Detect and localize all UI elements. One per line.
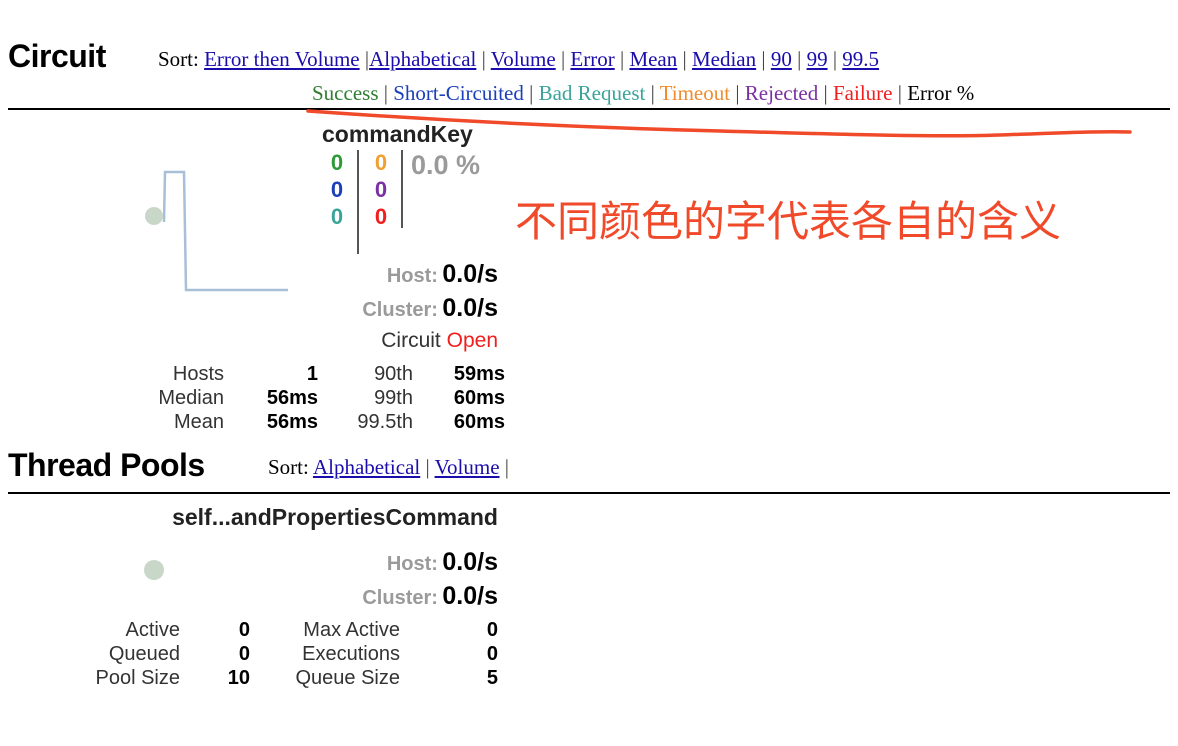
pool-host-label: Host: bbox=[386, 553, 438, 575]
short-circuited-count: 0 bbox=[330, 177, 344, 202]
hosts-value: 1 bbox=[306, 363, 318, 385]
pool-size-value: 10 bbox=[227, 667, 250, 689]
error-percentage: 0.0 % bbox=[411, 150, 481, 180]
success-count: 0 bbox=[330, 150, 344, 175]
legend-short-circuited: Short-Circuited bbox=[393, 81, 524, 105]
pool-host-rate: Host: 0.0/s bbox=[300, 548, 498, 577]
circuit-title: Circuit bbox=[8, 38, 106, 74]
sort-volume-link[interactable]: Volume bbox=[491, 47, 556, 71]
pool-host-value: 0.0/s bbox=[442, 548, 498, 576]
command-name: commandKey bbox=[322, 121, 473, 147]
p99-value: 60ms bbox=[453, 387, 505, 409]
pool-sort-volume-link[interactable]: Volume bbox=[435, 455, 500, 479]
circuit-sort-bar: Sort: Error then Volume |Alphabetical | … bbox=[158, 47, 880, 71]
counts-right-column: 0 0 0 bbox=[366, 149, 396, 230]
pool-health-indicator bbox=[144, 560, 164, 580]
executions-value: 0 bbox=[486, 643, 498, 665]
p99-label: 99th bbox=[374, 387, 413, 409]
command-sparkline bbox=[145, 170, 288, 292]
legend-failure: Failure bbox=[832, 81, 893, 105]
pool-stats-table: Active 0 Max Active 0 Queued 0 Execution… bbox=[60, 618, 499, 690]
cluster-label: Cluster: bbox=[362, 299, 438, 321]
sort-error-link[interactable]: Error bbox=[570, 47, 614, 71]
max-active-value: 0 bbox=[486, 619, 498, 641]
hosts-label: Hosts bbox=[172, 363, 224, 385]
circuit-status: Circuit Open bbox=[300, 329, 498, 353]
sort-mean-link[interactable]: Mean bbox=[629, 47, 677, 71]
circuit-status-value: Open bbox=[446, 329, 498, 352]
sort-median-link[interactable]: Median bbox=[692, 47, 756, 71]
sort-99-5-link[interactable]: 99.5 bbox=[842, 47, 879, 71]
pool-cluster-value: 0.0/s bbox=[442, 582, 498, 610]
queue-size-value: 5 bbox=[486, 667, 498, 689]
p90-label: 90th bbox=[374, 363, 413, 385]
command-cluster-rate: Cluster: 0.0/s bbox=[300, 294, 498, 323]
queued-label: Queued bbox=[108, 643, 180, 665]
sort-error-then-volume-link[interactable]: Error then Volume bbox=[204, 47, 360, 71]
p90-value: 59ms bbox=[453, 363, 505, 385]
pool-size-label: Pool Size bbox=[95, 667, 181, 689]
active-value: 0 bbox=[238, 619, 250, 641]
p995-label: 99.5th bbox=[357, 411, 413, 433]
annotation-text: 不同颜色的字代表各自的含义 bbox=[515, 197, 1062, 246]
legend-error: Error % bbox=[907, 81, 975, 105]
bad-request-count: 0 bbox=[330, 204, 344, 229]
legend-success: Success bbox=[312, 81, 379, 105]
sort-alphabetical-link[interactable]: Alphabetical bbox=[369, 47, 476, 71]
thread-pools-divider bbox=[8, 492, 1170, 494]
command-host-rate: Host: 0.0/s bbox=[300, 260, 498, 289]
thread-pools-sort-label: Sort: bbox=[268, 455, 309, 479]
pool-name: self...andPropertiesCommand bbox=[172, 504, 498, 530]
host-value: 0.0/s bbox=[442, 260, 498, 288]
host-label: Host: bbox=[386, 265, 438, 287]
failure-count: 0 bbox=[374, 204, 388, 229]
mean-label: Mean bbox=[173, 411, 224, 433]
queued-value: 0 bbox=[238, 643, 250, 665]
counts-divider-2 bbox=[401, 150, 403, 228]
mean-value: 56ms bbox=[266, 411, 318, 433]
counts-divider bbox=[357, 150, 359, 254]
counts-left-column: 0 0 0 bbox=[322, 149, 352, 230]
timeout-count: 0 bbox=[374, 150, 388, 175]
thread-pools-title: Thread Pools bbox=[8, 447, 205, 483]
p995-value: 60ms bbox=[453, 411, 505, 433]
executions-label: Executions bbox=[302, 643, 400, 665]
legend-bad-request: Bad Request bbox=[538, 81, 646, 105]
active-label: Active bbox=[125, 619, 180, 641]
pool-health-circle bbox=[144, 560, 164, 580]
max-active-label: Max Active bbox=[303, 619, 400, 641]
health-circle bbox=[145, 207, 163, 225]
sort-99-link[interactable]: 99 bbox=[807, 47, 828, 71]
median-label: Median bbox=[158, 387, 224, 409]
rejected-count: 0 bbox=[374, 177, 388, 202]
legend-rejected: Rejected bbox=[744, 81, 819, 105]
pool-sort-alphabetical-link[interactable]: Alphabetical bbox=[313, 455, 420, 479]
pool-cluster-rate: Cluster: 0.0/s bbox=[300, 582, 498, 611]
legend-timeout: Timeout bbox=[659, 81, 731, 105]
circuit-sort-label: Sort: bbox=[158, 47, 199, 71]
median-value: 56ms bbox=[266, 387, 318, 409]
status-legend: Success | Short-Circuited | Bad Request … bbox=[312, 81, 975, 105]
pool-cluster-label: Cluster: bbox=[362, 587, 438, 609]
command-stats-table: Hosts 1 90th 59ms Median 56ms 99th 60ms … bbox=[130, 362, 505, 434]
circuit-status-label: Circuit bbox=[381, 329, 441, 352]
cluster-value: 0.0/s bbox=[442, 294, 498, 322]
thread-pools-sort-bar: Sort: Alphabetical | Volume | bbox=[268, 455, 509, 479]
queue-size-label: Queue Size bbox=[295, 667, 400, 689]
sort-90-link[interactable]: 90 bbox=[771, 47, 792, 71]
